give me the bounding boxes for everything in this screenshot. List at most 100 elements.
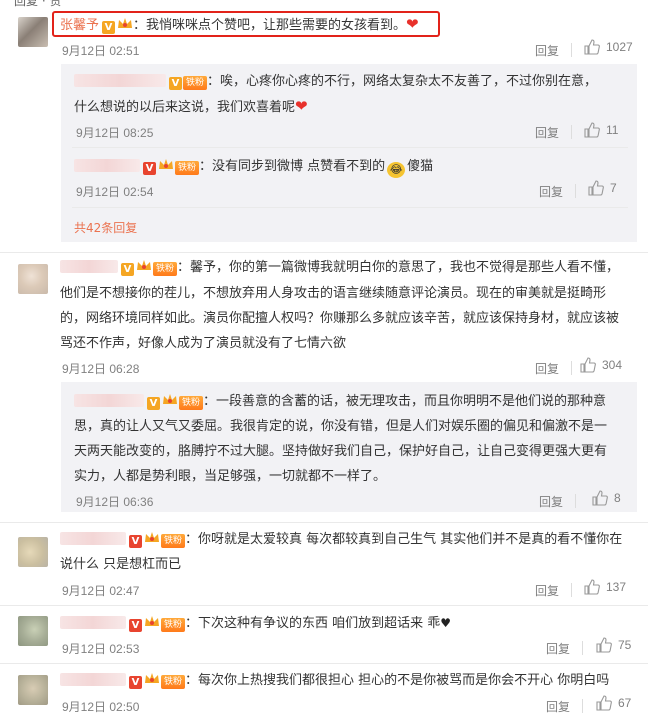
like-button[interactable]: 11: [584, 122, 618, 138]
laughing-emoji-icon: 😂: [387, 162, 406, 178]
avatar[interactable]: [18, 17, 48, 47]
comment-text-line: 骂还不作声，好像人成为了演员就没有了七情六欲: [60, 336, 347, 351]
blurred-author-name[interactable]: [60, 532, 126, 545]
fan-badge: 铁粉: [153, 262, 178, 276]
timestamp: 9月12日 02:54: [76, 185, 154, 199]
blurred-author-name[interactable]: [74, 159, 140, 172]
blurred-author-name[interactable]: [60, 260, 118, 273]
thumbs-up-icon: [588, 180, 604, 196]
divider: [72, 147, 628, 148]
heart-icon: ❤: [295, 97, 308, 115]
sub-reply-text-line: 天两天能改变的，胳膊拧不过大腿。坚持做好我们自己，保护好自己，让自己变得更强大更…: [74, 444, 608, 459]
like-count: 11: [606, 123, 619, 137]
fan-badge: 铁粉: [183, 76, 208, 90]
reply-button[interactable]: 回复: [535, 42, 559, 59]
reply-button[interactable]: 回复: [535, 582, 559, 599]
crown-icon: [118, 18, 133, 28]
crown-icon: [145, 673, 159, 683]
reply-button[interactable]: 回复: [539, 183, 563, 200]
vip-badge-icon: V: [169, 77, 182, 90]
blurred-author-name[interactable]: [74, 394, 144, 407]
avatar[interactable]: [18, 616, 48, 646]
like-button[interactable]: 67: [596, 695, 631, 711]
thumbs-up-icon: [592, 490, 608, 506]
blurred-author-name[interactable]: [60, 673, 126, 686]
top-fragment: 回复 · 赞: [14, 0, 62, 8]
like-count: 67: [618, 696, 632, 710]
sub-reply-text-line: 实力，人都是势利眼，当足够强，一切就都不一样了。: [74, 469, 387, 484]
heart-icon: ❤: [406, 15, 419, 33]
crown-icon: [159, 159, 173, 169]
like-button[interactable]: 7: [588, 180, 617, 196]
comment-content: V 铁粉 ：每次你上热搜我们都很担心 担心的不是你被骂而是你会不开心 你明白吗: [60, 669, 609, 693]
reply-button[interactable]: 回复: [546, 640, 570, 657]
thumbs-up-icon: [584, 122, 600, 138]
comment-text-line: 他们是不想接你的茬儿，不想放弃用人身攻击的语言继续随意评论演员。现在的审美就是挺…: [60, 286, 607, 301]
like-count: 137: [606, 580, 627, 594]
fan-badge: 铁粉: [175, 161, 200, 175]
vip-badge-icon: V: [129, 619, 142, 632]
like-button[interactable]: 137: [584, 579, 626, 595]
comment-separator: [0, 663, 648, 664]
crown-icon: [137, 260, 151, 270]
comment-content: V 铁粉 ：馨予，你的第一篇微博我就明白你的意思了，我也不觉得是那些人看不懂，: [60, 256, 619, 280]
comment-separator: [0, 605, 648, 606]
timestamp: 9月12日 06:36: [76, 495, 154, 509]
sub-reply-content: V 铁粉 ：没有同步到微博 点赞看不到的 😂 傻猫: [74, 155, 433, 179]
reply-button[interactable]: 回复: [546, 698, 570, 715]
sub-reply-content: V 铁粉 ：一段善意的含蓄的话，被无理攻击，而且你明明不是他们说的那种意: [74, 390, 606, 414]
author-name[interactable]: 张馨予: [60, 18, 99, 33]
fan-badge: 铁粉: [161, 534, 186, 548]
blurred-author-name[interactable]: [60, 616, 126, 629]
thumbs-up-icon: [584, 39, 600, 55]
divider: [571, 43, 572, 57]
comment-separator: [0, 252, 648, 253]
comment-text-line: 的，网络环境同样如此。演员你配擅人权吗？你赚那么多就应该辛苦，就应该保持身材，就…: [60, 311, 620, 326]
divider: [582, 641, 583, 655]
more-replies-link[interactable]: 共42条回复: [74, 219, 137, 236]
comment-content: 张馨予 V ：我悄咪咪点个赞吧，让那些需要的女孩看到。❤: [60, 12, 419, 38]
timestamp: 9月12日 02:53: [62, 642, 140, 656]
divider: [575, 494, 576, 508]
avatar[interactable]: [18, 675, 48, 705]
comment-content: V 铁粉 ：你呀就是太爱较真 每次都较真到自己生气 其实他们并不是真的看不懂你在: [60, 528, 622, 552]
comment-text-line: 说什么 只是想杠而已: [60, 557, 182, 572]
like-count: 75: [618, 638, 632, 652]
timestamp: 9月12日 02:47: [62, 584, 140, 598]
like-button[interactable]: 75: [596, 637, 631, 653]
timestamp: 9月12日 02:51: [62, 44, 140, 58]
thumbs-up-icon: [580, 357, 596, 373]
like-button[interactable]: 8: [592, 490, 621, 506]
avatar[interactable]: [18, 264, 48, 294]
vip-badge-icon: V: [102, 21, 116, 34]
divider: [571, 361, 572, 375]
vip-badge-icon: V: [143, 162, 156, 175]
crown-icon: [145, 532, 159, 542]
crown-icon: [145, 616, 159, 626]
thumbs-up-icon: [596, 695, 612, 711]
black-heart-icon: ♥: [440, 616, 452, 630]
like-button[interactable]: 1027: [584, 39, 633, 55]
divider: [571, 125, 572, 139]
comment-separator: [0, 522, 648, 523]
reply-button[interactable]: 回复: [535, 360, 559, 377]
divider: [575, 184, 576, 198]
divider: [582, 699, 583, 713]
comment-text: ：我悄咪咪点个赞吧，让那些需要的女孩看到。: [133, 18, 407, 33]
vip-badge-icon: V: [147, 397, 160, 410]
like-count: 7: [610, 181, 617, 195]
comment-content: V 铁粉 ：下次这种有争议的东西 咱们放到超话来 乖♥: [60, 611, 451, 636]
vip-badge-icon: V: [129, 535, 142, 548]
sub-reply-content: V 铁粉 ：唉，心疼你心疼的不行，网络太复杂太不友善了，不过你别在意，: [74, 70, 597, 94]
fan-badge: 铁粉: [161, 675, 186, 689]
blurred-author-name[interactable]: [74, 74, 166, 87]
like-button[interactable]: 304: [580, 357, 622, 373]
divider: [571, 583, 572, 597]
vip-badge-icon: V: [129, 676, 142, 689]
reply-button[interactable]: 回复: [535, 124, 559, 141]
like-count: 304: [602, 358, 623, 372]
reply-button[interactable]: 回复: [539, 493, 563, 510]
vip-badge-icon: V: [121, 263, 134, 276]
timestamp: 9月12日 02:50: [62, 700, 140, 714]
avatar[interactable]: [18, 537, 48, 567]
